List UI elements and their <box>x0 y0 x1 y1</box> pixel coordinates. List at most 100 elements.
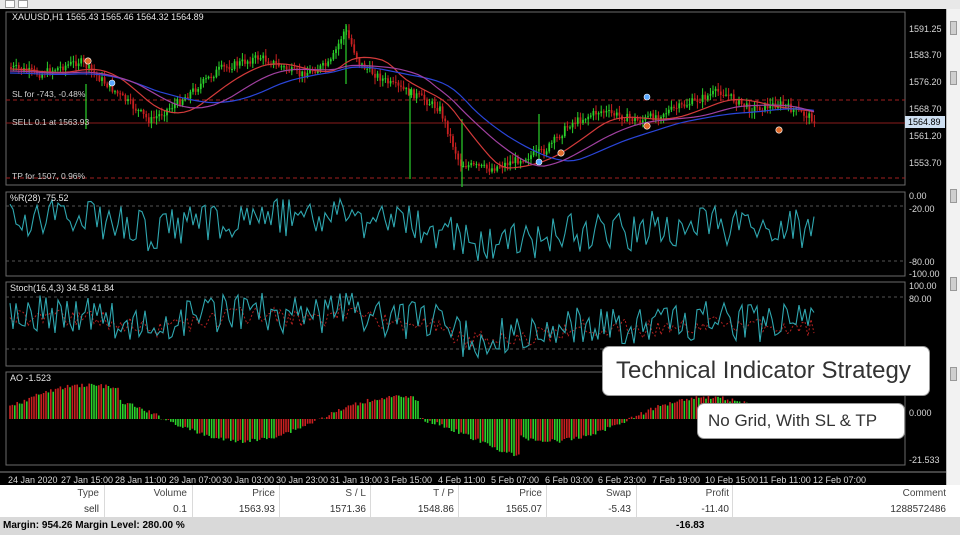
candle-body <box>218 66 220 70</box>
column-header[interactable]: Swap <box>546 486 631 501</box>
trade-marker <box>557 149 565 157</box>
candle-body <box>212 77 215 79</box>
candle-body <box>114 91 116 93</box>
candle-body <box>803 111 805 116</box>
column-header[interactable]: S / L <box>279 486 366 501</box>
candle-body <box>179 99 181 105</box>
cell-open-price: 1563.93 <box>238 504 275 515</box>
candle-body <box>673 106 675 108</box>
candle-body <box>410 89 413 96</box>
column-header[interactable]: Volume <box>104 486 187 501</box>
scroll-handle[interactable] <box>950 21 957 35</box>
scroll-handle[interactable] <box>950 277 957 291</box>
candle-body <box>392 80 395 83</box>
cell-current-price: 1565.07 <box>505 504 542 515</box>
time-tick: 4 Feb 11:00 <box>438 475 486 485</box>
candle-body <box>667 109 670 114</box>
candle-body <box>665 113 668 115</box>
candle-body <box>116 91 119 94</box>
candle-body <box>12 65 15 68</box>
candle-body <box>366 68 369 70</box>
window-control-icon[interactable] <box>18 0 28 8</box>
candle-body <box>405 88 408 90</box>
cell-stop-loss: 1571.36 <box>329 504 366 515</box>
candle-body <box>725 94 727 96</box>
window-control-icon[interactable] <box>5 0 15 8</box>
candle-body <box>283 66 285 68</box>
candle-body <box>418 93 421 95</box>
candle-body <box>189 91 192 99</box>
time-tick: 30 Jan 03:00 <box>222 475 275 485</box>
candle-body <box>712 90 714 95</box>
strategy-subtitle-callout: No Grid, With SL & TP <box>697 403 905 439</box>
column-header[interactable]: Price <box>192 486 275 501</box>
price-tick: 1591.25 <box>909 24 942 34</box>
candle-body <box>342 31 345 40</box>
awesome-oscillator-label: AO -1.523 <box>10 373 52 383</box>
candle-body <box>441 106 444 119</box>
candle-body <box>335 49 337 53</box>
column-header[interactable]: Price <box>458 486 542 501</box>
candle-body <box>493 168 496 171</box>
candle-body <box>223 64 226 67</box>
column-header[interactable]: T / P <box>370 486 454 501</box>
candle-body <box>431 101 434 105</box>
candle-body <box>210 76 213 78</box>
candle-body <box>322 63 324 66</box>
candle-body <box>714 88 717 91</box>
column-header[interactable]: Profit <box>636 486 729 501</box>
trade-marker <box>775 126 783 134</box>
candle-body <box>660 116 662 119</box>
candle-body <box>756 106 759 108</box>
candle-body <box>293 67 296 69</box>
candle-body <box>67 64 70 66</box>
price-tick: 1553.70 <box>909 158 942 168</box>
candle-body <box>361 63 363 65</box>
wr-tick: -20.00 <box>909 204 935 214</box>
candle-body <box>810 113 813 122</box>
scroll-handle[interactable] <box>950 189 957 203</box>
candle-body <box>696 99 699 102</box>
candle-body <box>540 149 543 151</box>
candle-body <box>241 59 244 62</box>
scroll-handle[interactable] <box>950 71 957 85</box>
column-header[interactable]: Type <box>0 486 99 501</box>
candle-body <box>137 110 140 112</box>
candle-body <box>119 93 122 95</box>
candle-body <box>413 89 415 99</box>
candle-body <box>428 104 431 106</box>
cell-volume: 0.1 <box>173 504 187 515</box>
candle-body <box>449 134 452 137</box>
candle-body <box>436 107 439 112</box>
candle-body <box>251 57 254 64</box>
candle-body <box>813 121 816 123</box>
candle-body <box>10 67 12 68</box>
column-header[interactable]: Comment <box>732 486 946 501</box>
candle-body <box>615 112 618 116</box>
candle-body <box>610 110 613 114</box>
candle-body <box>202 78 205 84</box>
candle-body <box>298 70 301 77</box>
time-tick: 11 Feb 11:00 <box>759 475 811 485</box>
scroll-handle[interactable] <box>950 367 957 381</box>
signal-marker <box>643 93 651 101</box>
candle-body <box>160 114 163 116</box>
candle-body <box>101 77 103 81</box>
candle-body <box>686 105 688 107</box>
table-row[interactable]: sell 0.1 1563.93 1571.36 1548.86 1565.07… <box>0 502 960 517</box>
chart-window[interactable]: XAUUSD,H1 1565.43 1565.46 1564.32 1564.8… <box>0 9 960 485</box>
candle-body <box>129 99 132 101</box>
candle-body <box>787 103 790 106</box>
stoch-tick: 80.00 <box>909 294 932 304</box>
candle-body <box>420 93 423 95</box>
right-scrollbar[interactable] <box>946 9 960 485</box>
candle-body <box>527 159 530 161</box>
candle-body <box>106 83 109 88</box>
candle-body <box>163 115 166 117</box>
cell-take-profit: 1548.86 <box>417 504 454 515</box>
candle-body <box>758 107 761 111</box>
time-tick: 6 Feb 23:00 <box>598 475 647 485</box>
candle-body <box>433 101 436 108</box>
candle-body <box>561 136 564 139</box>
candle-body <box>613 113 616 116</box>
